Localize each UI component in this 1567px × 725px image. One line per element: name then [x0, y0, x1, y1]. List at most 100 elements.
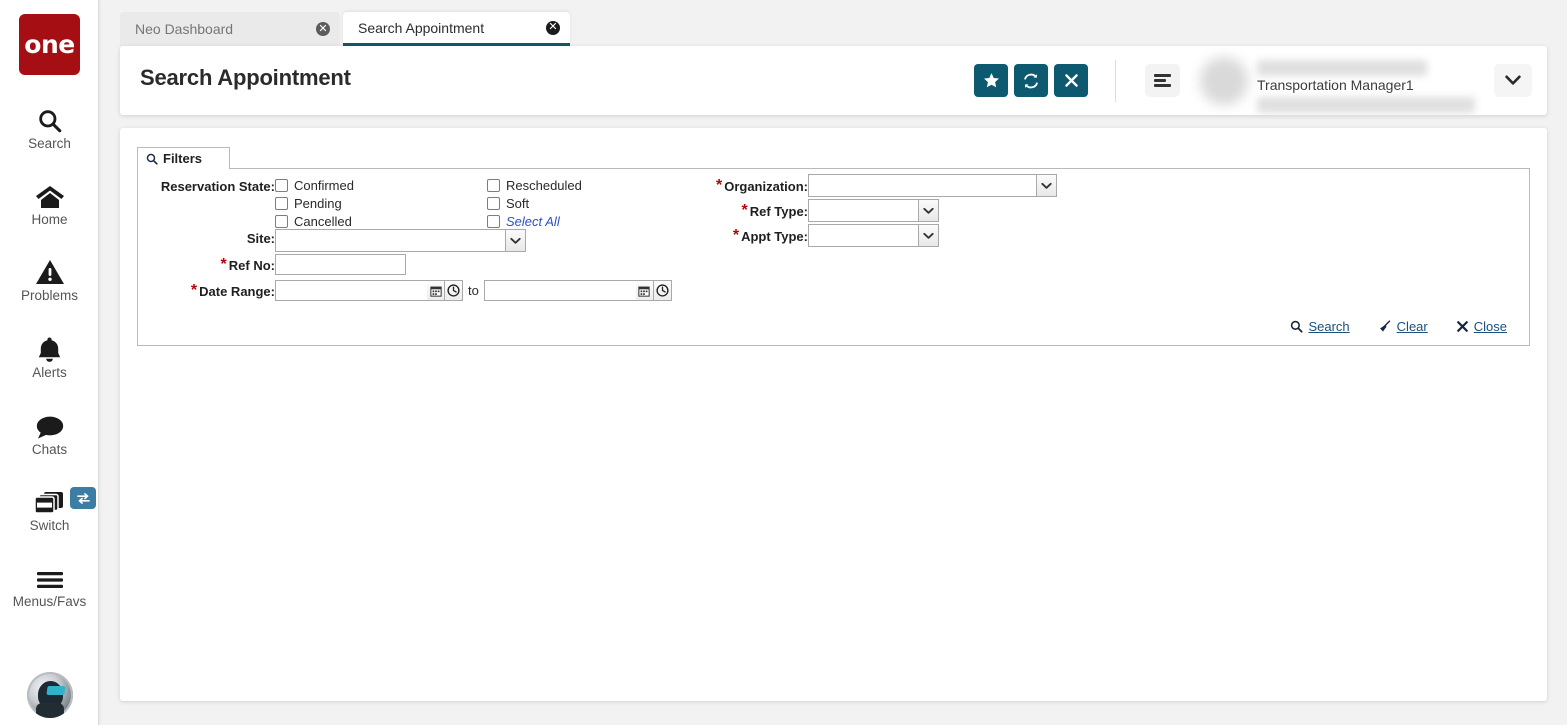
checkbox-pending[interactable]: Pending — [275, 196, 342, 211]
ref-type-dropdown-toggle[interactable] — [918, 199, 939, 222]
appt-type-dropdown-toggle[interactable] — [918, 224, 939, 247]
ref-no-input[interactable] — [275, 254, 406, 275]
date-range-separator: to — [468, 283, 479, 298]
organization-dropdown[interactable] — [808, 174, 1057, 197]
date-range-label: Date Range: — [199, 284, 275, 299]
hamburger-bar-3 — [1154, 84, 1171, 87]
checkbox-pending-label: Pending — [294, 196, 342, 211]
warning-icon — [35, 256, 65, 286]
filters-panel-tab-label: Filters — [163, 151, 202, 166]
ref-no-label: Ref No: — [229, 258, 275, 273]
hamburger-bar-1 — [1154, 74, 1171, 77]
calendar-icon[interactable] — [427, 280, 445, 301]
tab-neo-dashboard-close-icon[interactable]: ✕ — [316, 22, 330, 36]
chevron-down-icon — [510, 237, 521, 245]
ref-type-input[interactable] — [808, 199, 918, 222]
checkbox-select-all[interactable]: Select All — [487, 214, 560, 229]
sidebar-item-home[interactable]: Home — [0, 180, 99, 228]
appt-type-label: Appt Type: — [741, 229, 808, 244]
tab-search-appointment[interactable]: Search Appointment ✕ — [343, 12, 570, 46]
app-logo[interactable]: one — [19, 14, 80, 75]
site-dropdown-toggle[interactable] — [505, 229, 526, 252]
organization-input[interactable] — [808, 174, 1036, 197]
tab-search-appointment-label: Search Appointment — [358, 20, 546, 36]
checkbox-soft[interactable]: Soft — [487, 196, 529, 211]
organization-label-wrap: * Organization: — [698, 177, 808, 195]
organization-dropdown-toggle[interactable] — [1036, 174, 1057, 197]
site-dropdown[interactable] — [275, 229, 526, 252]
home-icon — [35, 180, 65, 210]
refresh-button[interactable] — [1014, 64, 1048, 97]
assistant-avatar-icon[interactable] — [27, 672, 73, 718]
ref-type-dropdown[interactable] — [808, 199, 939, 222]
tab-neo-dashboard[interactable]: Neo Dashboard ✕ — [120, 12, 340, 46]
sidebar-item-alerts-label: Alerts — [32, 366, 67, 381]
sidebar-item-chats[interactable]: Chats — [0, 410, 99, 458]
appt-type-input[interactable] — [808, 224, 918, 247]
ref-no-field-wrap — [275, 254, 406, 275]
user-menu-toggle[interactable] — [1494, 64, 1532, 97]
date-range-required-marker: * — [191, 282, 197, 300]
organization-label: Organization: — [724, 179, 808, 194]
filters-panel-tab[interactable]: Filters — [137, 147, 230, 169]
checkbox-cancelled[interactable]: Cancelled — [275, 214, 352, 229]
close-button[interactable] — [1054, 64, 1088, 97]
star-icon — [983, 72, 1000, 89]
sidebar-item-menus-favs[interactable]: Menus/Favs — [0, 562, 99, 610]
search-action[interactable]: Search — [1290, 319, 1349, 334]
close-action-label: Close — [1474, 319, 1507, 334]
date-range-from-input[interactable] — [275, 280, 427, 301]
clear-action[interactable]: Clear — [1378, 319, 1428, 334]
calendar-icon[interactable] — [636, 280, 654, 301]
chevron-down-icon — [923, 232, 934, 240]
sidebar-item-search[interactable]: Search — [0, 104, 99, 152]
swap-arrows-icon[interactable] — [70, 487, 96, 509]
chevron-down-icon — [923, 207, 934, 215]
date-range-field-wrap: to — [275, 280, 672, 301]
clock-icon[interactable] — [445, 280, 463, 301]
clock-icon[interactable] — [654, 280, 672, 301]
user-role-label: Transportation Manager1 — [1257, 77, 1414, 93]
left-sidebar: one Search Home Problems — [0, 0, 99, 725]
checkbox-confirmed-box[interactable] — [275, 179, 288, 192]
header-menu-button[interactable] — [1145, 64, 1180, 97]
appt-type-dropdown[interactable] — [808, 224, 939, 247]
search-icon — [37, 104, 63, 134]
reservation-state-label: Reservation State: — [161, 179, 275, 194]
checkbox-rescheduled-label: Rescheduled — [506, 178, 582, 193]
filters-panel: Reservation State: Confirmed Pending Can… — [137, 168, 1530, 346]
user-profile-block[interactable]: Transportation Manager1 — [1200, 57, 1490, 107]
chat-bubble-icon — [35, 410, 65, 440]
sidebar-item-menus-favs-label: Menus/Favs — [13, 595, 87, 610]
date-range-to-input[interactable] — [484, 280, 636, 301]
app-logo-text: one — [24, 32, 74, 57]
favorite-button[interactable] — [974, 64, 1008, 97]
app-root: one Search Home Problems — [0, 0, 1567, 725]
sidebar-item-home-label: Home — [31, 213, 67, 228]
checkbox-select-all-label[interactable]: Select All — [506, 214, 560, 229]
checkbox-soft-box[interactable] — [487, 197, 500, 210]
page-header-card: Search Appointment Transportation Manage… — [120, 46, 1547, 115]
checkbox-select-all-box[interactable] — [487, 215, 500, 228]
refresh-icon — [1022, 72, 1040, 90]
sidebar-item-problems[interactable]: Problems — [0, 256, 99, 304]
appt-type-required-marker: * — [733, 227, 739, 245]
windows-icon — [34, 486, 65, 516]
checkbox-cancelled-box[interactable] — [275, 215, 288, 228]
chevron-down-icon — [1041, 182, 1052, 190]
sidebar-item-search-label: Search — [28, 137, 71, 152]
tab-search-appointment-close-icon[interactable]: ✕ — [546, 21, 560, 35]
ref-no-label-wrap: * Ref No: — [158, 256, 275, 274]
assistant-visor-shape — [46, 686, 65, 695]
site-input[interactable] — [275, 229, 505, 252]
checkbox-confirmed[interactable]: Confirmed — [275, 178, 354, 193]
tab-neo-dashboard-label: Neo Dashboard — [135, 21, 316, 37]
page-title: Search Appointment — [140, 65, 351, 91]
checkbox-rescheduled[interactable]: Rescheduled — [487, 178, 582, 193]
hamburger-icon — [35, 562, 65, 592]
checkbox-rescheduled-box[interactable] — [487, 179, 500, 192]
close-action[interactable]: Close — [1456, 319, 1507, 334]
sidebar-item-alerts[interactable]: Alerts — [0, 333, 99, 381]
checkbox-pending-box[interactable] — [275, 197, 288, 210]
user-org-redacted — [1257, 97, 1475, 113]
